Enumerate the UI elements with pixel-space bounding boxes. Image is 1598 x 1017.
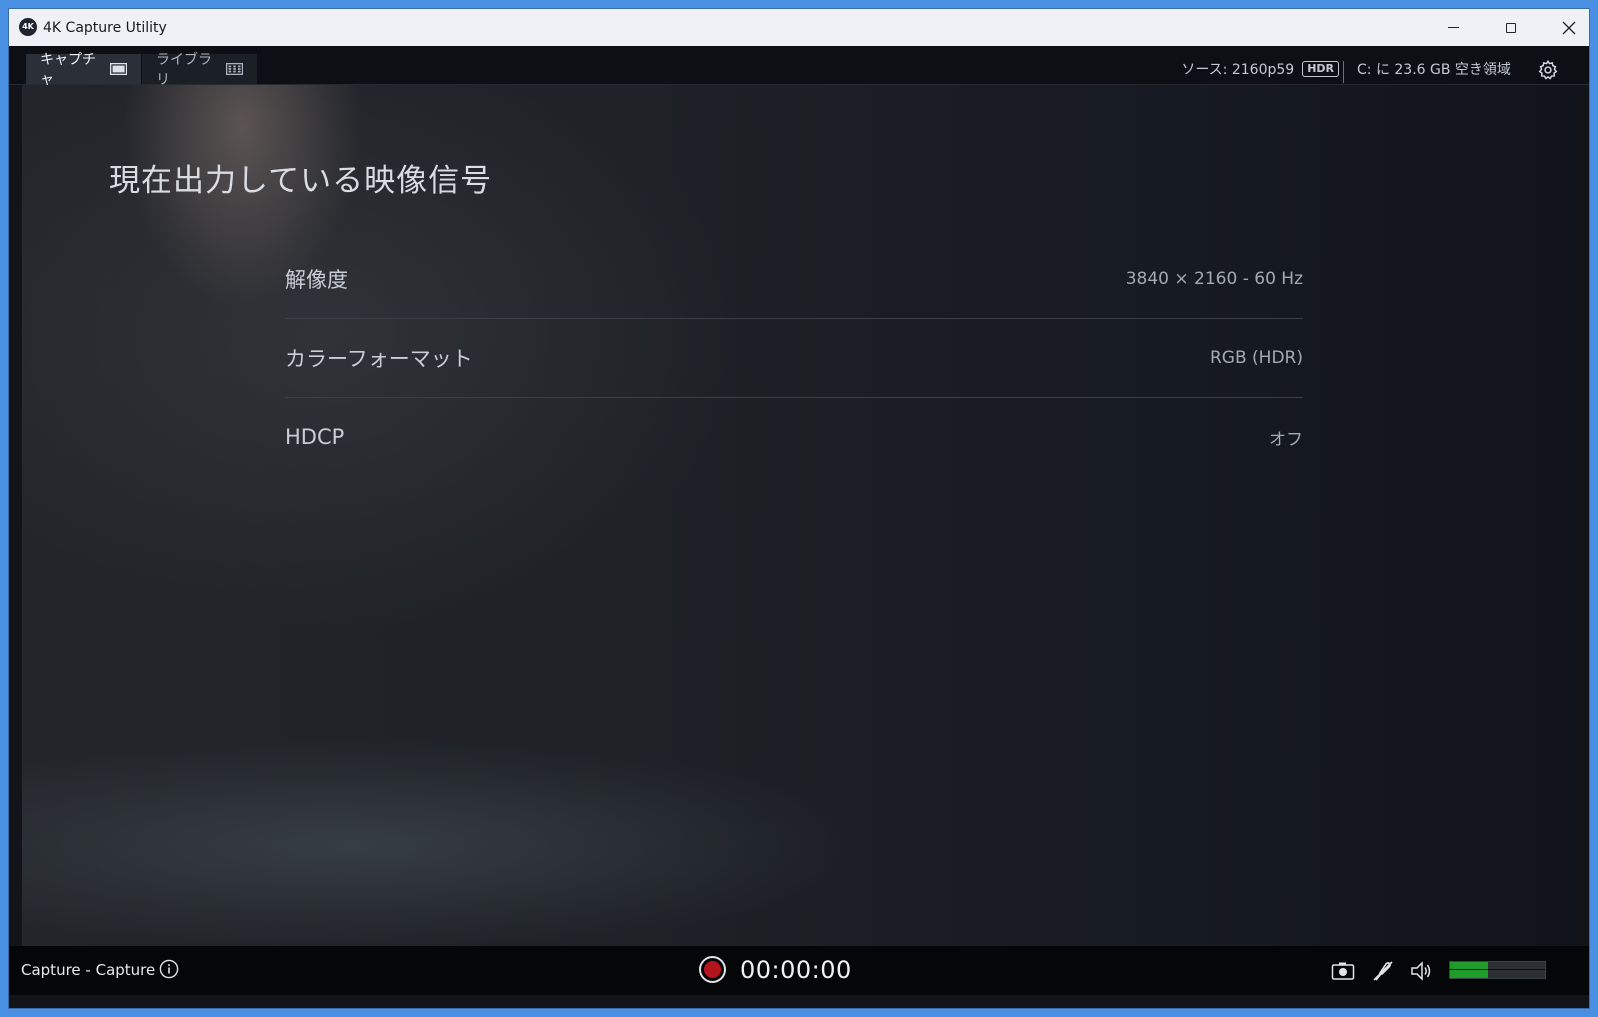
audio-level-meter bbox=[1449, 961, 1546, 979]
mic-muted-icon[interactable] bbox=[1371, 959, 1395, 983]
info-label: 解像度 bbox=[285, 268, 348, 292]
tab-capture-label: キャプチャ bbox=[40, 52, 96, 88]
record-icon bbox=[704, 961, 721, 978]
header-divider bbox=[1343, 61, 1344, 83]
info-value: RGB (HDR) bbox=[1209, 348, 1303, 368]
signal-info-table: 解像度 3840 × 2160 - 60 Hz カラーフォーマット RGB (H… bbox=[285, 240, 1303, 476]
capture-screen-icon bbox=[109, 63, 127, 75]
info-label: カラーフォーマット bbox=[285, 347, 473, 371]
record-timer: 00:00:00 bbox=[740, 956, 852, 984]
window-title: 4K Capture Utility bbox=[43, 20, 167, 36]
info-row-resolution: 解像度 3840 × 2160 - 60 Hz bbox=[285, 240, 1303, 319]
tab-capture[interactable]: キャプチャ bbox=[26, 52, 141, 88]
library-grid-icon bbox=[225, 63, 243, 75]
close-button[interactable] bbox=[1540, 9, 1589, 46]
maximize-icon bbox=[1506, 22, 1516, 33]
info-row-hdcp: HDCP オフ bbox=[285, 398, 1303, 476]
info-label: HDCP bbox=[285, 425, 345, 449]
settings-gear-icon[interactable] bbox=[1537, 59, 1559, 81]
record-button[interactable] bbox=[699, 956, 726, 983]
minimize-button[interactable] bbox=[1424, 9, 1482, 46]
app-logo-icon: 4K bbox=[19, 18, 37, 36]
speaker-icon[interactable] bbox=[1410, 959, 1434, 983]
tab-library[interactable]: ライブラリ bbox=[142, 52, 257, 88]
tab-library-label: ライブラリ bbox=[156, 52, 212, 88]
info-row-color-format: カラーフォーマット RGB (HDR) bbox=[285, 319, 1303, 398]
title-bar: 4K 4K Capture Utility bbox=[9, 9, 1589, 46]
screenshot-camera-icon[interactable] bbox=[1331, 959, 1355, 983]
source-info: ソース: 2160p59 HDR bbox=[1181, 59, 1339, 79]
info-value: 3840 × 2160 - 60 Hz bbox=[1125, 269, 1303, 289]
page-title: 現在出力している映像信号 bbox=[109, 163, 493, 199]
maximize-button[interactable] bbox=[1482, 9, 1540, 46]
info-icon[interactable] bbox=[159, 959, 179, 979]
source-resolution: ソース: 2160p59 bbox=[1181, 62, 1295, 78]
audio-level-fill bbox=[1450, 962, 1488, 978]
capture-mode-label: Capture - Capture bbox=[21, 961, 156, 979]
status-bar: Capture - Capture 00:00:00 bbox=[9, 946, 1589, 995]
app-window: 4K 4K Capture Utility キャプチャ ライブラリ ソース: 2… bbox=[9, 9, 1589, 1008]
close-icon bbox=[1562, 21, 1576, 34]
capture-view: 現在出力している映像信号 解像度 3840 × 2160 - 60 Hz カラー… bbox=[22, 85, 1576, 946]
disk-space: C: に 23.6 GB 空き領域 bbox=[1357, 62, 1511, 78]
hdr-badge: HDR bbox=[1302, 61, 1339, 77]
toolbar: キャプチャ ライブラリ ソース: 2160p59 HDR C: に 23.6 G… bbox=[9, 46, 1589, 88]
audio-level-separator bbox=[1450, 969, 1545, 970]
info-value: オフ bbox=[1269, 429, 1303, 450]
minimize-icon bbox=[1447, 27, 1459, 28]
